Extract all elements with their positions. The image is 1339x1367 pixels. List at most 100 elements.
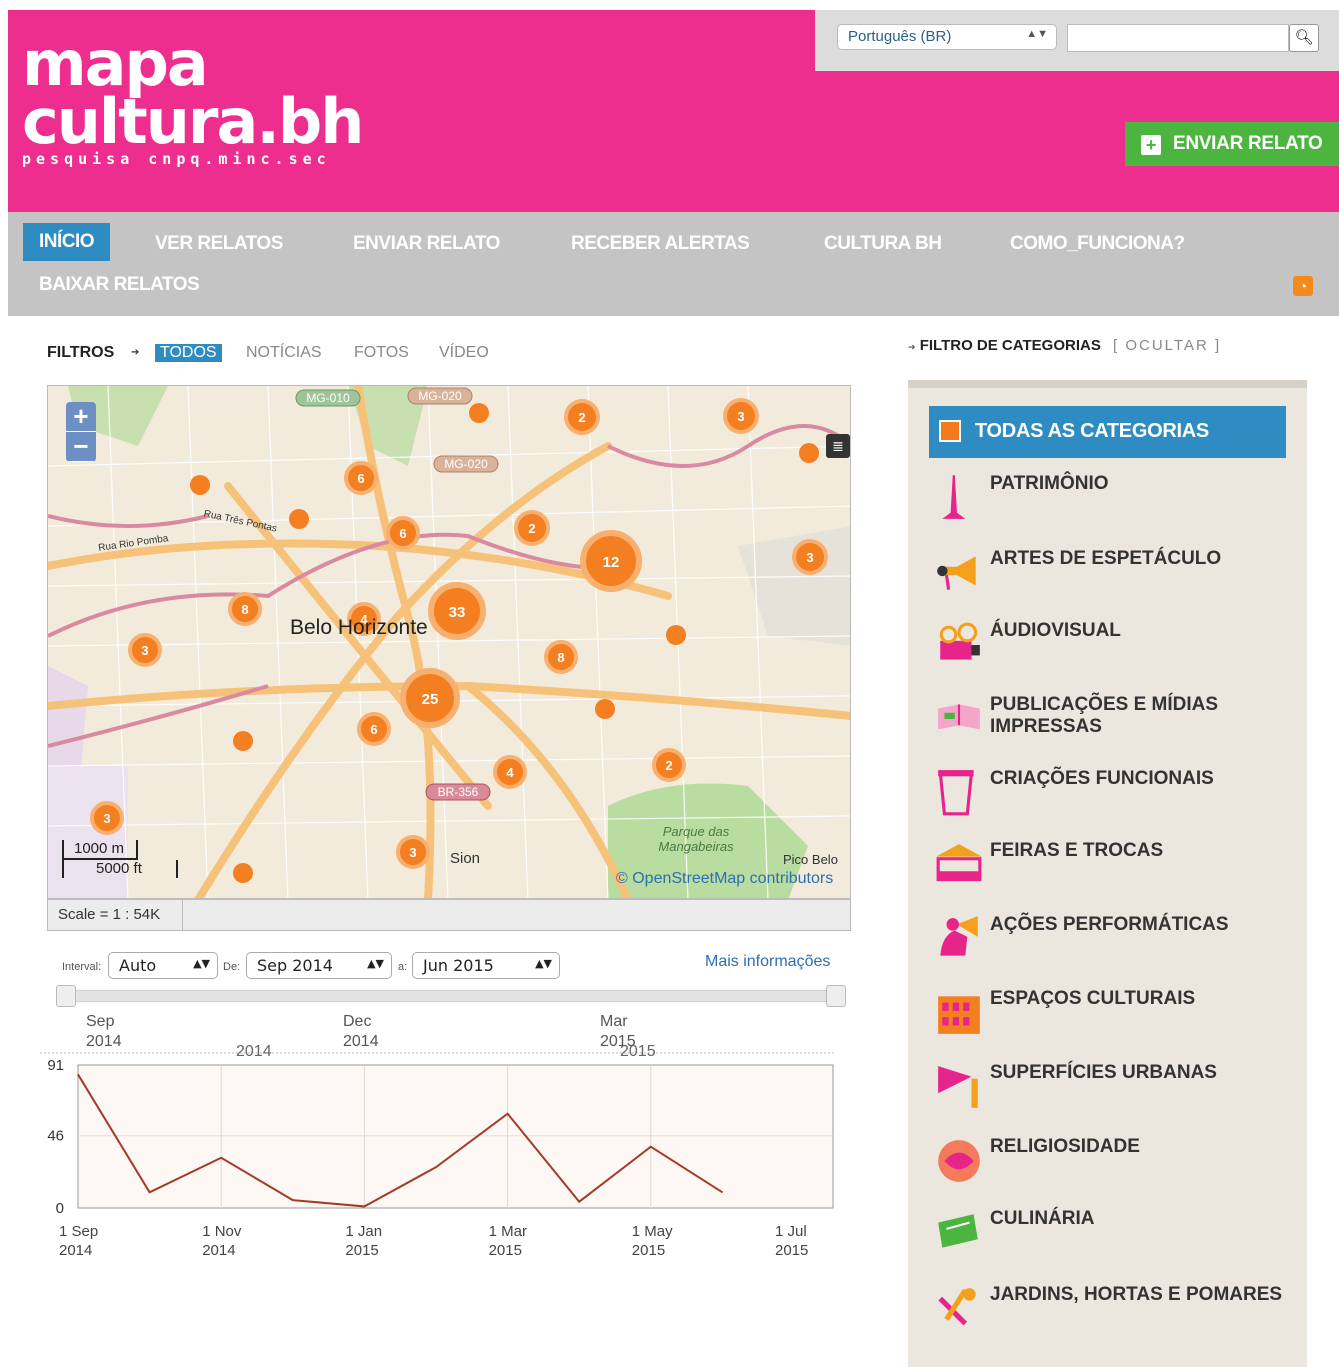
category-filter-header: ➔ FILTRO DE CATEGORIAS [ OCULTAR ] xyxy=(908,337,1221,354)
x-tick-label: 1 Sep xyxy=(59,1223,98,1240)
logo-line-2: cultura.bh xyxy=(22,85,364,158)
map-city-label: Belo Horizonte xyxy=(290,616,428,639)
map[interactable]: 2 3 6 6 2 12 3 8 4 33 3 8 25 6 4 2 3 3 M… xyxy=(47,385,851,899)
zoom-out-button[interactable]: − xyxy=(66,432,96,462)
filters-label: FILTROS xyxy=(47,344,115,361)
nav-item-como-funciona[interactable]: COMO_FUNCIONA? xyxy=(1010,233,1185,255)
arrow-icon: ➔ xyxy=(131,347,140,358)
svg-text:6: 6 xyxy=(357,471,364,486)
category-label: ESPAÇOS CULTURAIS xyxy=(990,988,1196,1009)
y-tick-label: 46 xyxy=(47,1128,64,1145)
band-tick-label: Sep xyxy=(86,1013,115,1030)
slider-handle-end[interactable] xyxy=(826,985,846,1007)
category-label: JARDINS, HORTAS E POMARES xyxy=(990,1284,1283,1305)
plus-icon: + xyxy=(1141,135,1161,155)
x-tick-label: 2014 xyxy=(59,1242,92,1259)
monument-icon xyxy=(942,475,966,519)
from-label: De: xyxy=(223,961,241,973)
x-tick-label: 1 Jan xyxy=(345,1223,382,1240)
to-label: a: xyxy=(398,961,408,973)
food-icon xyxy=(938,1214,978,1248)
scale-imperial-label: 5000 ft xyxy=(96,860,142,877)
layers-icon[interactable]: ≣ xyxy=(826,434,850,458)
band-year-label: 2015 xyxy=(620,1043,656,1060)
site-logo[interactable]: mapa cultura.bh pesquisa cnpq.minc.sec xyxy=(22,27,364,169)
rss-icon[interactable]: ◔ xyxy=(1293,276,1313,296)
search-icon: 🔍︎ xyxy=(1294,29,1314,46)
book-icon xyxy=(938,704,980,730)
scale-metric-label: 1000 m xyxy=(74,840,125,857)
to-select[interactable]: Jun 2015 ▲▼ xyxy=(412,952,560,979)
timeline-chart: Sep 2014 Dec 2014 Mar 2015 2014 2015 91 46 0 1 Sep 2… xyxy=(40,1013,835,1259)
projector-icon xyxy=(939,622,980,660)
data-point xyxy=(650,1146,652,1148)
x-tick-label: 2015 xyxy=(345,1242,378,1259)
nav-item-enviar-relato[interactable]: ENVIAR RELATO xyxy=(353,233,500,255)
nav-item-receber-alertas[interactable]: RECEBER ALERTAS xyxy=(571,233,750,255)
language-select[interactable]: Português (BR) ▲▼ xyxy=(837,24,1057,50)
range-slider[interactable] xyxy=(56,985,846,1007)
to-value: Jun 2015 xyxy=(423,956,494,975)
data-point xyxy=(220,1157,222,1159)
nav-item-cultura-bh[interactable]: CULTURA BH xyxy=(824,233,942,255)
language-value: Português (BR) xyxy=(848,28,952,45)
place-label-sion: Sion xyxy=(450,850,481,867)
performer-icon xyxy=(940,916,978,956)
svg-text:25: 25 xyxy=(422,691,439,708)
category-all-swatch xyxy=(939,420,961,442)
top-bar: Português (BR) ▲▼ 🔍︎ xyxy=(815,10,1339,71)
select-arrows-icon: ▲▼ xyxy=(367,957,384,970)
svg-text:8: 8 xyxy=(241,602,248,617)
category-label: CRIAÇÕES FUNCIONAIS xyxy=(990,768,1214,789)
zoom-in-button[interactable]: + xyxy=(66,402,96,432)
nav-item-baixar-relatos[interactable]: BAIXAR RELATOS xyxy=(39,274,200,296)
road-label: MG-010 xyxy=(306,391,350,405)
band-year-label: 2014 xyxy=(236,1043,272,1060)
category-label: PUBLICAÇÕES E MÍDIAS IMPRESSAS xyxy=(990,694,1219,737)
svg-text:3: 3 xyxy=(806,550,813,565)
data-point xyxy=(507,1113,509,1115)
map-attribution[interactable]: © OpenStreetMap contributors xyxy=(616,870,833,888)
svg-text:3: 3 xyxy=(103,811,110,826)
band-tick-label: 2014 xyxy=(86,1033,122,1050)
from-select[interactable]: Sep 2014 ▲▼ xyxy=(246,952,392,979)
search-button[interactable]: 🔍︎ xyxy=(1289,24,1319,52)
scale-ratio: Scale = 1 : 54K xyxy=(58,906,161,923)
search-input[interactable] xyxy=(1067,24,1289,52)
category-panel: TODAS AS CATEGORIAS PATRIMÔNIO ARTES DE E… xyxy=(908,380,1307,1367)
filter-fotos[interactable]: FOTOS xyxy=(354,344,409,362)
slider-handle-start[interactable] xyxy=(56,985,76,1007)
megaphone-icon xyxy=(937,556,976,590)
data-point xyxy=(578,1201,580,1203)
category-label: FEIRAS E TROCAS xyxy=(990,840,1164,861)
category-label: RELIGIOSIDADE xyxy=(990,1136,1140,1157)
interval-value: Auto xyxy=(119,956,157,975)
svg-text:6: 6 xyxy=(370,722,377,737)
y-tick-label: 0 xyxy=(56,1200,64,1217)
data-point xyxy=(77,1073,79,1075)
category-label: ÁUDIOVISUAL xyxy=(990,620,1121,641)
garden-tools-icon xyxy=(938,1288,976,1326)
logo-line-1: mapa xyxy=(22,27,209,100)
filter-video[interactable]: VÍDEO xyxy=(439,344,489,362)
band-tick-label: Mar xyxy=(600,1013,628,1030)
send-report-button[interactable]: + ENVIAR RELATO xyxy=(1125,122,1339,166)
building-icon xyxy=(938,996,980,1034)
arrow-icon: ➔ xyxy=(908,342,916,352)
interval-select[interactable]: Auto ▲▼ xyxy=(108,952,218,979)
svg-text:3: 3 xyxy=(737,409,744,424)
filter-todos[interactable]: TODOS xyxy=(155,344,222,362)
category-all[interactable]: TODAS AS CATEGORIAS xyxy=(929,406,1286,458)
band-tick-label: Dec xyxy=(343,1013,371,1030)
nav-item-inicio[interactable]: INÍCIO xyxy=(23,223,111,261)
from-value: Sep 2014 xyxy=(257,956,333,975)
filter-noticias[interactable]: NOTÍCIAS xyxy=(246,344,322,362)
hide-categories-link[interactable]: [ OCULTAR ] xyxy=(1113,337,1221,354)
nav-item-ver-relatos[interactable]: VER RELATOS xyxy=(155,233,283,255)
more-info-link[interactable]: Mais informações xyxy=(705,953,830,971)
select-arrows-icon: ▲▼ xyxy=(535,957,552,970)
road-label: BR-356 xyxy=(438,785,479,799)
svg-text:2: 2 xyxy=(528,521,535,536)
svg-text:2: 2 xyxy=(578,410,585,425)
data-point xyxy=(363,1205,365,1207)
